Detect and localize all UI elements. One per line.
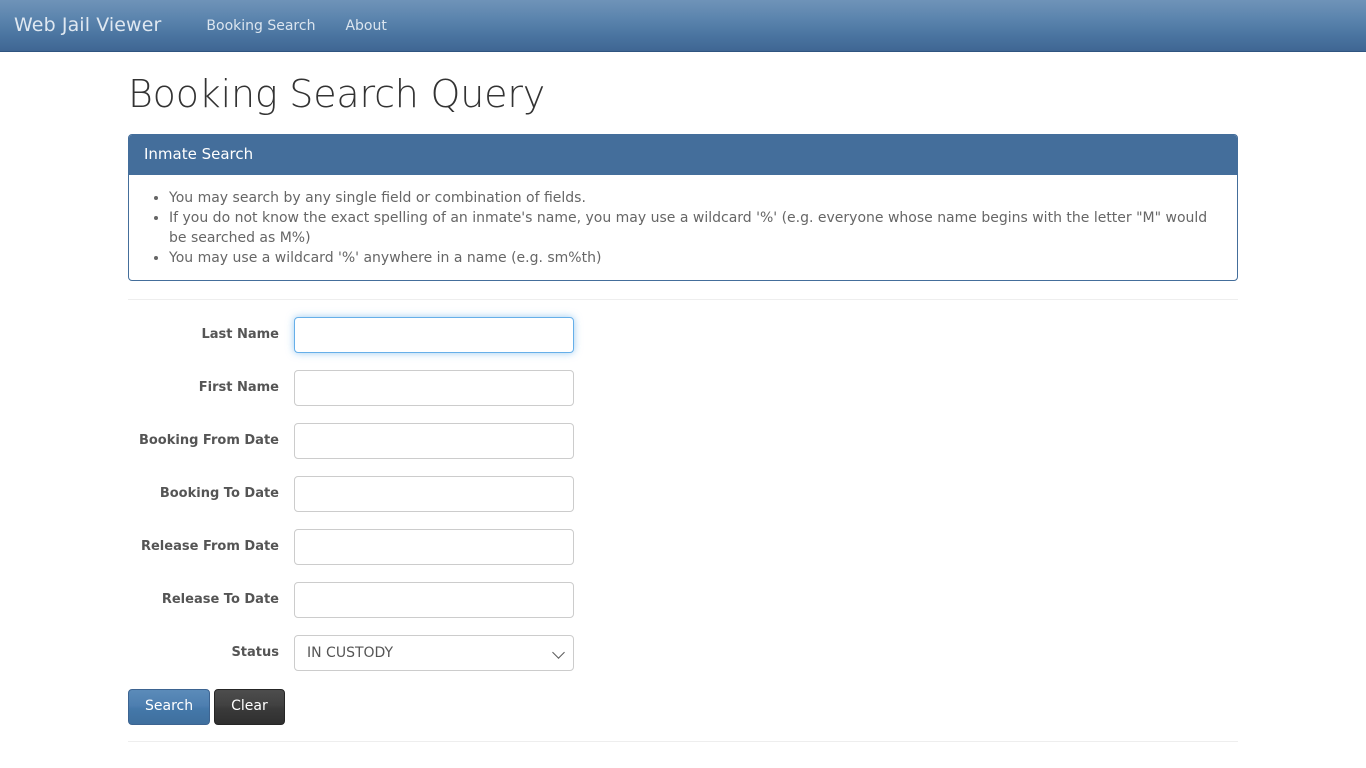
nav-link-booking-search[interactable]: Booking Search: [191, 0, 330, 52]
form-row-booking-from-date: Booking From Date: [128, 414, 1238, 467]
label-release-from-date: Release From Date: [140, 539, 279, 554]
booking-from-date-input[interactable]: [294, 422, 574, 459]
main-nav: Booking Search About: [191, 0, 401, 52]
label-release-to-date: Release To Date: [161, 592, 279, 607]
status-select[interactable]: IN CUSTODY: [294, 634, 574, 671]
first-name-input[interactable]: [294, 369, 574, 406]
form-row-booking-to-date: Booking To Date: [128, 467, 1238, 520]
list-item: You may use a wildcard '%' anywhere in a…: [169, 248, 1222, 268]
list-item: You may search by any single field or co…: [169, 188, 1222, 208]
form-row-release-to-date: Release To Date: [128, 573, 1238, 626]
nav-item-about[interactable]: About: [330, 0, 401, 52]
release-to-date-input[interactable]: [294, 581, 574, 618]
label-booking-from-date: Booking From Date: [138, 433, 279, 448]
form-row-first-name: First Name: [128, 361, 1238, 414]
form-row-release-from-date: Release From Date: [128, 520, 1238, 573]
nav-link-about[interactable]: About: [330, 0, 401, 52]
booking-search-form: Last Name First Name Booking From Date B…: [128, 300, 1238, 725]
form-row-last-name: Last Name: [128, 308, 1238, 361]
booking-to-date-input[interactable]: [294, 475, 574, 512]
search-button[interactable]: Search: [128, 689, 211, 725]
search-hints-list: You may search by any single field or co…: [144, 188, 1222, 268]
list-item: If you do not know the exact spelling of…: [169, 208, 1222, 248]
label-first-name: First Name: [198, 380, 279, 395]
footer-divider: [128, 740, 1238, 742]
panel-heading: Inmate Search: [129, 134, 1237, 176]
panel-body: You may search by any single field or co…: [129, 175, 1237, 280]
label-booking-to-date: Booking To Date: [159, 486, 279, 501]
form-row-status: Status IN CUSTODY: [128, 626, 1238, 679]
status-select-wrapper: IN CUSTODY: [294, 634, 574, 671]
label-status: Status: [231, 645, 279, 660]
nav-item-booking-search[interactable]: Booking Search: [191, 0, 330, 52]
top-navbar: Web Jail Viewer Booking Search About: [0, 0, 1366, 52]
brand-link[interactable]: Web Jail Viewer: [14, 16, 175, 35]
page-title: Booking Search Query: [128, 72, 546, 116]
form-actions: Search Clear: [128, 679, 1238, 725]
clear-button[interactable]: Clear: [214, 689, 285, 725]
inmate-search-panel: Inmate Search You may search by any sing…: [128, 133, 1238, 282]
release-from-date-input[interactable]: [294, 528, 574, 565]
page-container: Booking Search Query Inmate Search You m…: [113, 52, 1253, 742]
label-last-name: Last Name: [201, 327, 279, 342]
last-name-input[interactable]: [294, 316, 574, 353]
